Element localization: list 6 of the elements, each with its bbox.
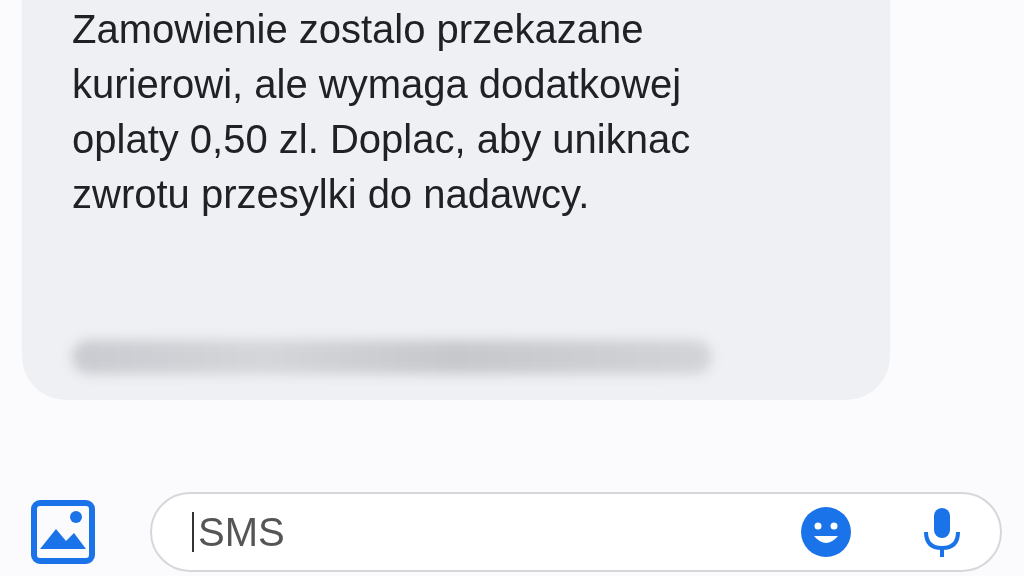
emoji-icon[interactable]	[798, 504, 854, 560]
text-cursor	[192, 512, 194, 552]
gallery-icon[interactable]	[30, 499, 96, 565]
compose-field[interactable]: SMS	[150, 492, 1002, 572]
message-text: Zamowienie zostalo przekazane kurierowi, ale wymaga dodatkowej oplaty 0,50 zl. Doplac, aby uniknac zwrotu przesylki do nadawcy.	[72, 6, 692, 218]
message-input[interactable]: SMS	[196, 508, 778, 556]
